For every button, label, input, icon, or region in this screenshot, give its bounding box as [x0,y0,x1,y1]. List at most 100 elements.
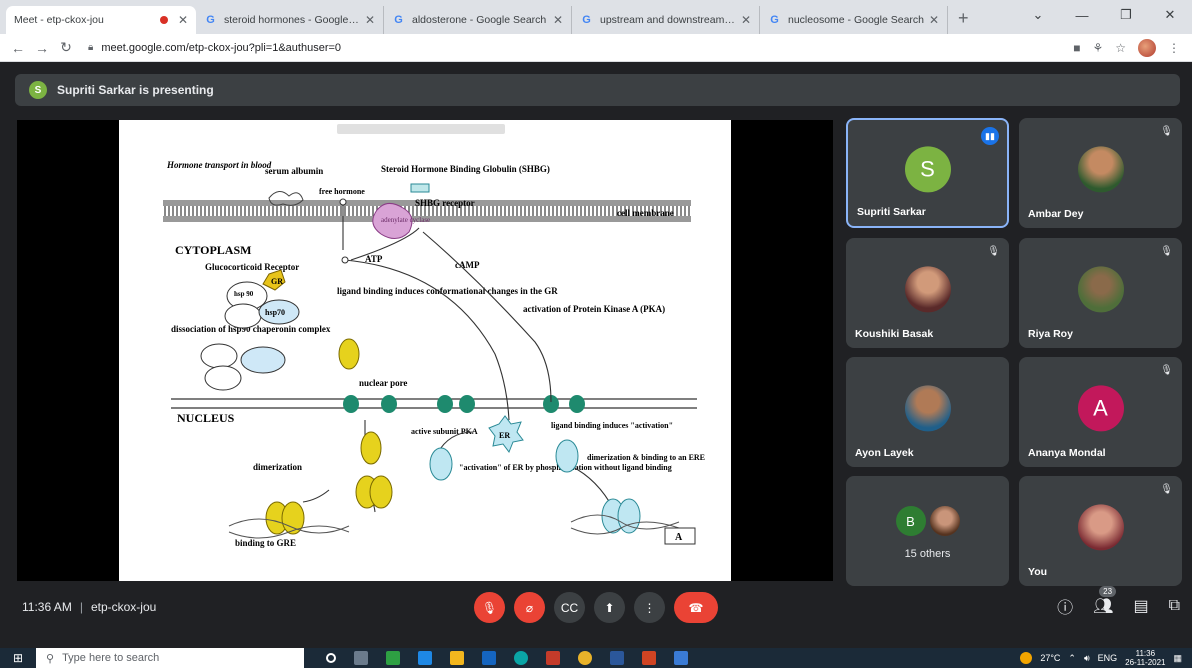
close-tab-icon[interactable]: ✕ [365,13,375,27]
mic-off-icon: 🎙︎ [987,246,1000,257]
edge-icon[interactable] [514,651,528,665]
nuclear-membrane [171,398,697,409]
new-tab-button[interactable]: + [958,8,969,29]
participant-name: Koushiki Basak [855,328,934,340]
powerpoint-icon[interactable] [642,651,656,665]
er-shape [555,439,579,473]
weather-icon[interactable] [1020,652,1033,664]
tab-meet[interactable]: ▶ Meet - etp-ckox-jou ✕ [6,6,196,34]
reload-icon[interactable]: ↻ [54,39,78,56]
avatar-photo [904,266,951,313]
word-icon[interactable] [610,651,624,665]
mic-toggle-button[interactable]: 🎙︎ [474,592,505,623]
close-window-button[interactable]: ✕ [1148,7,1192,23]
participant-tile[interactable]: 🎙︎ Ambar Dey [1019,118,1182,228]
lock-icon: 🔒︎ [88,42,94,53]
avatar-photo [1077,504,1124,551]
leave-call-button[interactable]: ☎ [674,592,718,623]
tab-steroid-hormones[interactable]: G steroid hormones - Google Sear ✕ [196,6,384,34]
people-button[interactable]: 👥︎ 23 [1093,586,1117,616]
restore-button[interactable]: ❐ [1104,7,1148,23]
gr-activated [338,338,360,370]
present-button[interactable]: ⬆ [594,592,625,623]
self-tile[interactable]: 🎙︎ You [1019,476,1182,586]
participant-tile[interactable]: Ayon Layek [846,357,1009,467]
back-icon[interactable]: ← [6,40,30,56]
presenting-banner: S Supriti Sarkar is presenting [15,74,1180,106]
taskbar-search[interactable]: ⚲ Type here to search [36,648,304,668]
language[interactable]: ENG [1098,653,1118,663]
activities-icon[interactable]: ⧉ [1169,597,1180,615]
chat-icon[interactable]: ▤ [1133,596,1148,616]
chrome-icon[interactable] [578,651,592,665]
clock[interactable]: 11:36 26-11-2021 [1125,649,1165,667]
avatar: B [895,506,926,536]
meeting-code: etp-ckox-jou [90,600,157,614]
search-icon: ⚲ [46,652,55,665]
tab-title: Meet - etp-ckox-jou [14,14,104,26]
participant-name: Supriti Sarkar [857,206,926,218]
windows-start-icon[interactable]: ⊞ [0,651,36,665]
app-icon[interactable] [546,651,560,665]
label-adenylate-cyclase: adenylate cyclase [381,216,430,224]
captions-button[interactable]: CC [554,592,585,623]
meeting-details: 11:36 AM | etp-ckox-jou [22,600,157,614]
tab-aldosterone[interactable]: G aldosterone - Google Search ✕ [384,6,572,34]
close-tab-icon[interactable]: ✕ [929,13,939,27]
tab-upstream-downstream[interactable]: G upstream and downstream dna ✕ [572,6,760,34]
volume-icon[interactable]: 🔊︎ [1084,653,1090,664]
label-shbg: Steroid Hormone Binding Globulin (SHBG) [381,164,550,174]
minimize-button[interactable]: — [1060,8,1104,23]
cortana-icon[interactable] [326,653,336,663]
label-hormone-transport: Hormone transport in blood [166,160,272,170]
profile-avatar[interactable] [1138,38,1156,57]
er-star: ER [488,415,524,454]
tab-search-icon[interactable]: ⌄ [1016,7,1060,23]
avatar-photo [1077,146,1124,193]
label-atp: ATP [365,254,383,264]
er-dimer-dna [570,498,680,535]
avatar: A [1077,385,1124,432]
gr-nuclear [360,431,382,465]
more-options-button[interactable]: ⋮ [634,592,665,623]
participant-tile[interactable]: 🎙︎ A Ananya Mondal [1019,357,1182,467]
mail-icon[interactable] [418,651,432,665]
participant-tile[interactable]: 🎙︎ Riya Roy [1019,238,1182,348]
tray-chevron-icon[interactable]: ⌃ [1068,653,1076,664]
url-field[interactable]: 🔒︎ meet.google.com/etp-ckox-jou?pli=1&au… [88,37,1073,59]
file-explorer-icon[interactable] [450,651,464,665]
label-cytoplasm: CYTOPLASM [175,243,251,257]
nuclear-pores [343,395,585,413]
camera-in-use-icon[interactable]: ■ [1073,41,1080,55]
participant-tile[interactable]: ▮▮ S Supriti Sarkar [846,118,1009,228]
close-tab-icon[interactable]: ✕ [178,13,188,27]
forward-icon[interactable]: → [30,40,54,56]
camera-toggle-button[interactable]: ⌀ [514,592,545,623]
speaking-indicator-icon: ▮▮ [981,127,999,145]
tab-nucleosome[interactable]: G nucleosome - Google Search ✕ [760,6,948,34]
others-tile[interactable]: B 15 others [846,476,1009,586]
app-icon[interactable] [386,651,400,665]
photos-icon[interactable] [674,651,688,665]
label-shbg-receptor: SHBG receptor [415,198,475,208]
label-hsp90: hsp 90 [234,290,254,298]
avatar: S [904,146,951,193]
os-taskbar: ⊞ ⚲ Type here to search 27°C ⌃ 🔊︎ ENG 11… [0,648,1192,668]
people-count-badge: 23 [1099,586,1117,597]
notifications-icon[interactable]: ▦ [1173,653,1182,664]
store-icon[interactable] [482,651,496,665]
browser-menu-icon[interactable]: ⋮ [1168,41,1180,55]
bookmark-star-icon[interactable]: ☆ [1115,41,1126,55]
label-ligand-binding-er: ligand binding induces "activation" [551,421,673,430]
close-tab-icon[interactable]: ✕ [553,13,563,27]
label-camp: cAMP [455,260,480,270]
share-icon[interactable]: ⚘ [1092,41,1103,55]
participant-tile[interactable]: 🎙︎ Koushiki Basak [846,238,1009,348]
mic-off-icon: 🎙︎ [1160,484,1173,495]
shbg-shape [410,183,430,193]
close-tab-icon[interactable]: ✕ [741,13,751,27]
task-view-icon[interactable] [354,651,368,665]
meeting-info-icon[interactable]: ⓘ [1057,594,1073,618]
presenting-text: Supriti Sarkar is presenting [57,83,214,97]
presented-slide: Hormone transport in blood serum albumin… [119,120,731,581]
